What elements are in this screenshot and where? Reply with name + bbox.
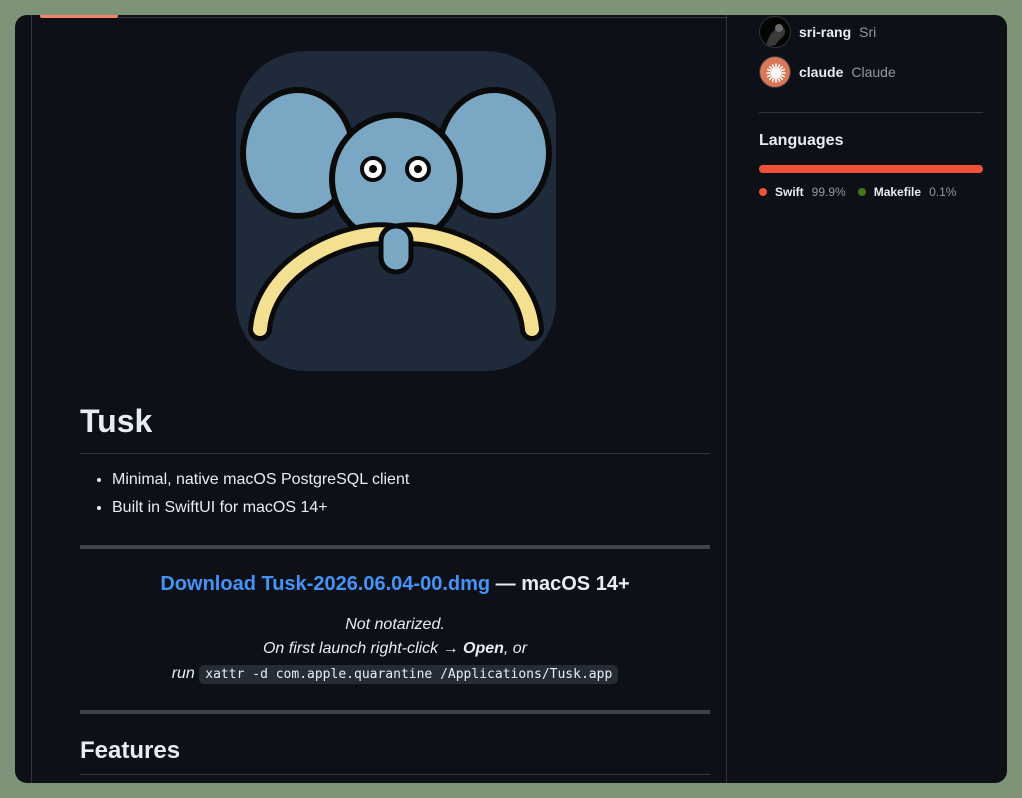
avatar-image: [760, 17, 790, 47]
readme-title: Tusk: [80, 403, 710, 454]
claude-logo-icon: [760, 57, 790, 87]
contributor-name: Claude: [851, 64, 896, 80]
horizontal-rule: [80, 545, 710, 549]
contributor-login[interactable]: sri-rang: [799, 24, 851, 40]
download-heading: Download Tusk-2026.06.04-00.dmg — macOS …: [80, 573, 710, 596]
language-percent: 0.1%: [929, 185, 957, 199]
language-color-dot: [759, 188, 767, 196]
list-item: Minimal, native macOS PostgreSQL client: [112, 470, 409, 490]
language-percent: 99.9%: [811, 185, 846, 199]
contributor-sri-rang[interactable]: sri-rang Sri: [759, 16, 876, 48]
horizontal-rule: [80, 710, 710, 714]
note-text: run: [171, 665, 200, 682]
download-link[interactable]: Download Tusk-2026.06.04-00.dmg: [160, 573, 490, 595]
language-name: Makefile: [873, 185, 922, 199]
quarantine-command-code[interactable]: xattr -d com.apple.quarantine /Applicati…: [199, 665, 619, 684]
list-item: Built in SwiftUI for macOS 14+: [112, 498, 409, 518]
note-text: On first launch right-click →: [262, 640, 464, 657]
note-text: , or: [503, 640, 528, 657]
note-line-2: On first launch right-click → Open, or: [80, 640, 710, 658]
note-line-1: Not notarized.: [345, 616, 445, 633]
readme-panel: Tusk Minimal, native macOS PostgreSQL cl…: [31, 15, 727, 783]
tusk-logo-image: [236, 51, 556, 371]
open-emphasis: Open: [463, 640, 504, 657]
feature-summary-list: Minimal, native macOS PostgreSQL client …: [112, 470, 409, 526]
language-color-dot: [857, 188, 866, 196]
note-line-3: run xattr -d com.apple.quarantine /Appli…: [80, 665, 710, 684]
features-heading: Features: [80, 737, 710, 775]
browser-window: Tusk Minimal, native macOS PostgreSQL cl…: [15, 15, 1007, 783]
contributor-name: Sri: [859, 24, 877, 40]
sidebar-divider: [759, 112, 983, 113]
language-list: Swift 99.9% Makefile 0.1%: [759, 185, 956, 199]
avatar: [759, 16, 791, 48]
language-bar-segment-swift: [759, 165, 983, 173]
language-bar: [759, 165, 983, 173]
language-item-makefile[interactable]: Makefile 0.1%: [857, 185, 957, 199]
download-platform: — macOS 14+: [490, 573, 630, 595]
language-name: Swift: [775, 185, 804, 199]
active-tab-indicator: [40, 15, 118, 18]
language-item-swift[interactable]: Swift 99.9%: [759, 185, 846, 199]
avatar: [759, 56, 791, 88]
contributor-login[interactable]: claude: [799, 64, 843, 80]
contributor-claude[interactable]: claude Claude: [759, 56, 896, 88]
tab-divider: [118, 17, 726, 18]
languages-heading: Languages: [759, 132, 844, 149]
